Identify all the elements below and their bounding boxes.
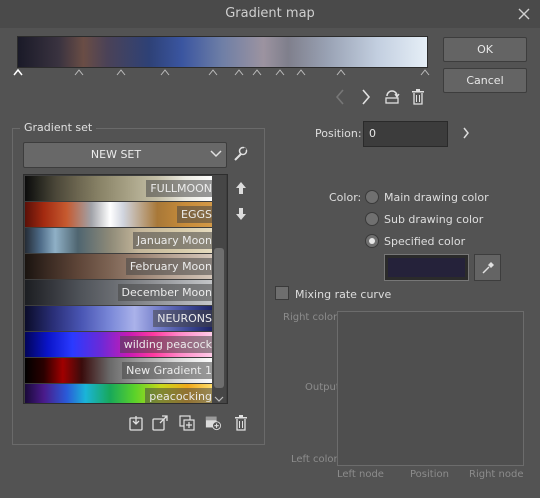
export-gradient-icon[interactable]: [152, 415, 168, 431]
duplicate-gradient-icon[interactable]: [179, 415, 195, 431]
list-item[interactable]: January Moon: [25, 228, 214, 253]
delete-node-icon[interactable]: [410, 89, 426, 105]
list-item-label: FULLMOON: [146, 180, 214, 197]
eyedropper-icon: [481, 261, 494, 274]
mixing-rate-graph: [337, 311, 524, 466]
list-item[interactable]: wilding peacock: [25, 332, 214, 357]
position-value: 0: [369, 127, 376, 140]
move-up-icon[interactable]: [233, 180, 249, 196]
gradient-node-track[interactable]: [13, 67, 433, 77]
sub-color-label: Sub drawing color: [384, 213, 484, 226]
color-label: Color:: [329, 191, 362, 204]
list-item[interactable]: NEURONS: [25, 306, 214, 331]
position-label: Position:: [315, 127, 362, 140]
scrollbar-thumb[interactable]: [214, 248, 224, 388]
specified-color-label: Specified color: [384, 235, 466, 248]
graph-right-node-label: Right node: [469, 469, 524, 480]
chevron-down-icon: [210, 149, 222, 162]
previous-node-icon[interactable]: [332, 89, 348, 105]
graph-position-label: Position: [410, 469, 449, 480]
list-item[interactable]: FULLMOON: [25, 176, 214, 201]
window-title: Gradient map: [225, 6, 315, 21]
list-item[interactable]: December Moon: [25, 280, 214, 305]
gradient-set-selected: NEW SET: [90, 148, 142, 161]
gradient-set-label: Gradient set: [20, 121, 97, 134]
specified-color-radio[interactable]: [365, 234, 379, 248]
list-item[interactable]: New Gradient 1: [25, 358, 214, 383]
sub-color-radio[interactable]: [365, 212, 379, 226]
close-icon[interactable]: [514, 4, 534, 24]
add-gradient-icon[interactable]: [205, 415, 221, 431]
ok-button[interactable]: OK: [443, 37, 527, 62]
graph-output-label: Output: [305, 382, 340, 393]
graph-right-color-label: Right color: [283, 312, 338, 323]
list-item-label: January Moon: [132, 232, 214, 249]
main-color-radio[interactable]: [365, 190, 379, 204]
cancel-button[interactable]: Cancel: [443, 68, 527, 93]
list-item-label: New Gradient 1: [122, 362, 214, 379]
list-item[interactable]: peacocking: [25, 384, 214, 403]
mixing-rate-checkbox[interactable]: [275, 286, 289, 300]
reverse-gradient-icon[interactable]: [384, 89, 400, 105]
list-item-label: December Moon: [117, 284, 214, 301]
position-input[interactable]: 0: [363, 121, 448, 147]
specified-color-swatch[interactable]: [384, 254, 469, 281]
graph-left-color-label: Left color: [291, 454, 338, 465]
mixing-rate-label: Mixing rate curve: [295, 288, 392, 301]
delete-gradient-icon[interactable]: [233, 415, 249, 431]
import-gradient-icon[interactable]: [128, 415, 144, 431]
swatch-fill: [388, 258, 465, 277]
graph-left-node-label: Left node: [337, 469, 384, 480]
move-down-icon[interactable]: [233, 206, 249, 222]
list-item-label: EGGS: [177, 206, 214, 223]
list-item[interactable]: February Moon: [25, 254, 214, 279]
main-color-label: Main drawing color: [384, 191, 489, 204]
gradient-preview-bar[interactable]: [17, 36, 428, 68]
list-item-label: peacocking: [145, 388, 214, 403]
list-item[interactable]: EGGS: [25, 202, 214, 227]
list-item-label: NEURONS: [153, 310, 214, 327]
position-arrow-icon[interactable]: [458, 125, 474, 141]
next-node-icon[interactable]: [358, 89, 374, 105]
scroll-down-icon[interactable]: [214, 393, 224, 406]
gradient-list[interactable]: FULLMOON EGGS January Moon February Moon…: [23, 174, 228, 404]
wrench-icon[interactable]: [232, 146, 248, 162]
eyedropper-button[interactable]: [474, 254, 501, 281]
list-item-label: February Moon: [125, 258, 214, 275]
list-item-label: wilding peacock: [119, 336, 214, 353]
